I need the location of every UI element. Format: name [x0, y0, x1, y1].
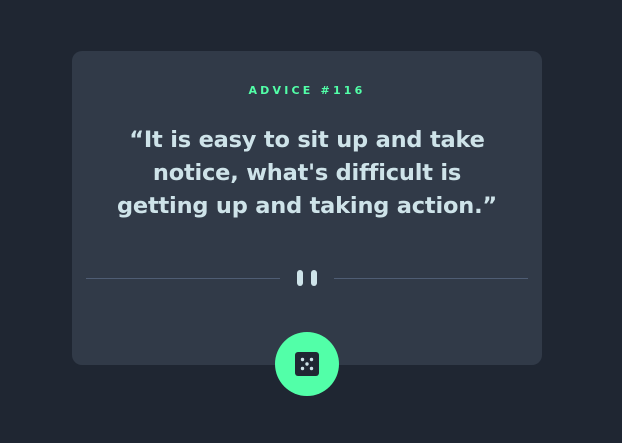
advice-card: ADVICE #116 “It is easy to sit up and ta… — [72, 51, 542, 365]
pause-icon — [297, 270, 317, 286]
advice-quote: “It is easy to sit up and take notice, w… — [116, 127, 498, 219]
page: ADVICE #116 “It is easy to sit up and ta… — [0, 0, 622, 443]
divider-line-left — [86, 278, 280, 279]
pause-bar-right — [311, 270, 317, 286]
divider-line-right — [334, 278, 528, 279]
advice-id-label: ADVICE #116 — [248, 84, 366, 97]
new-advice-button[interactable] — [275, 332, 339, 396]
dice-icon — [295, 352, 319, 376]
pause-bar-left — [297, 270, 303, 286]
